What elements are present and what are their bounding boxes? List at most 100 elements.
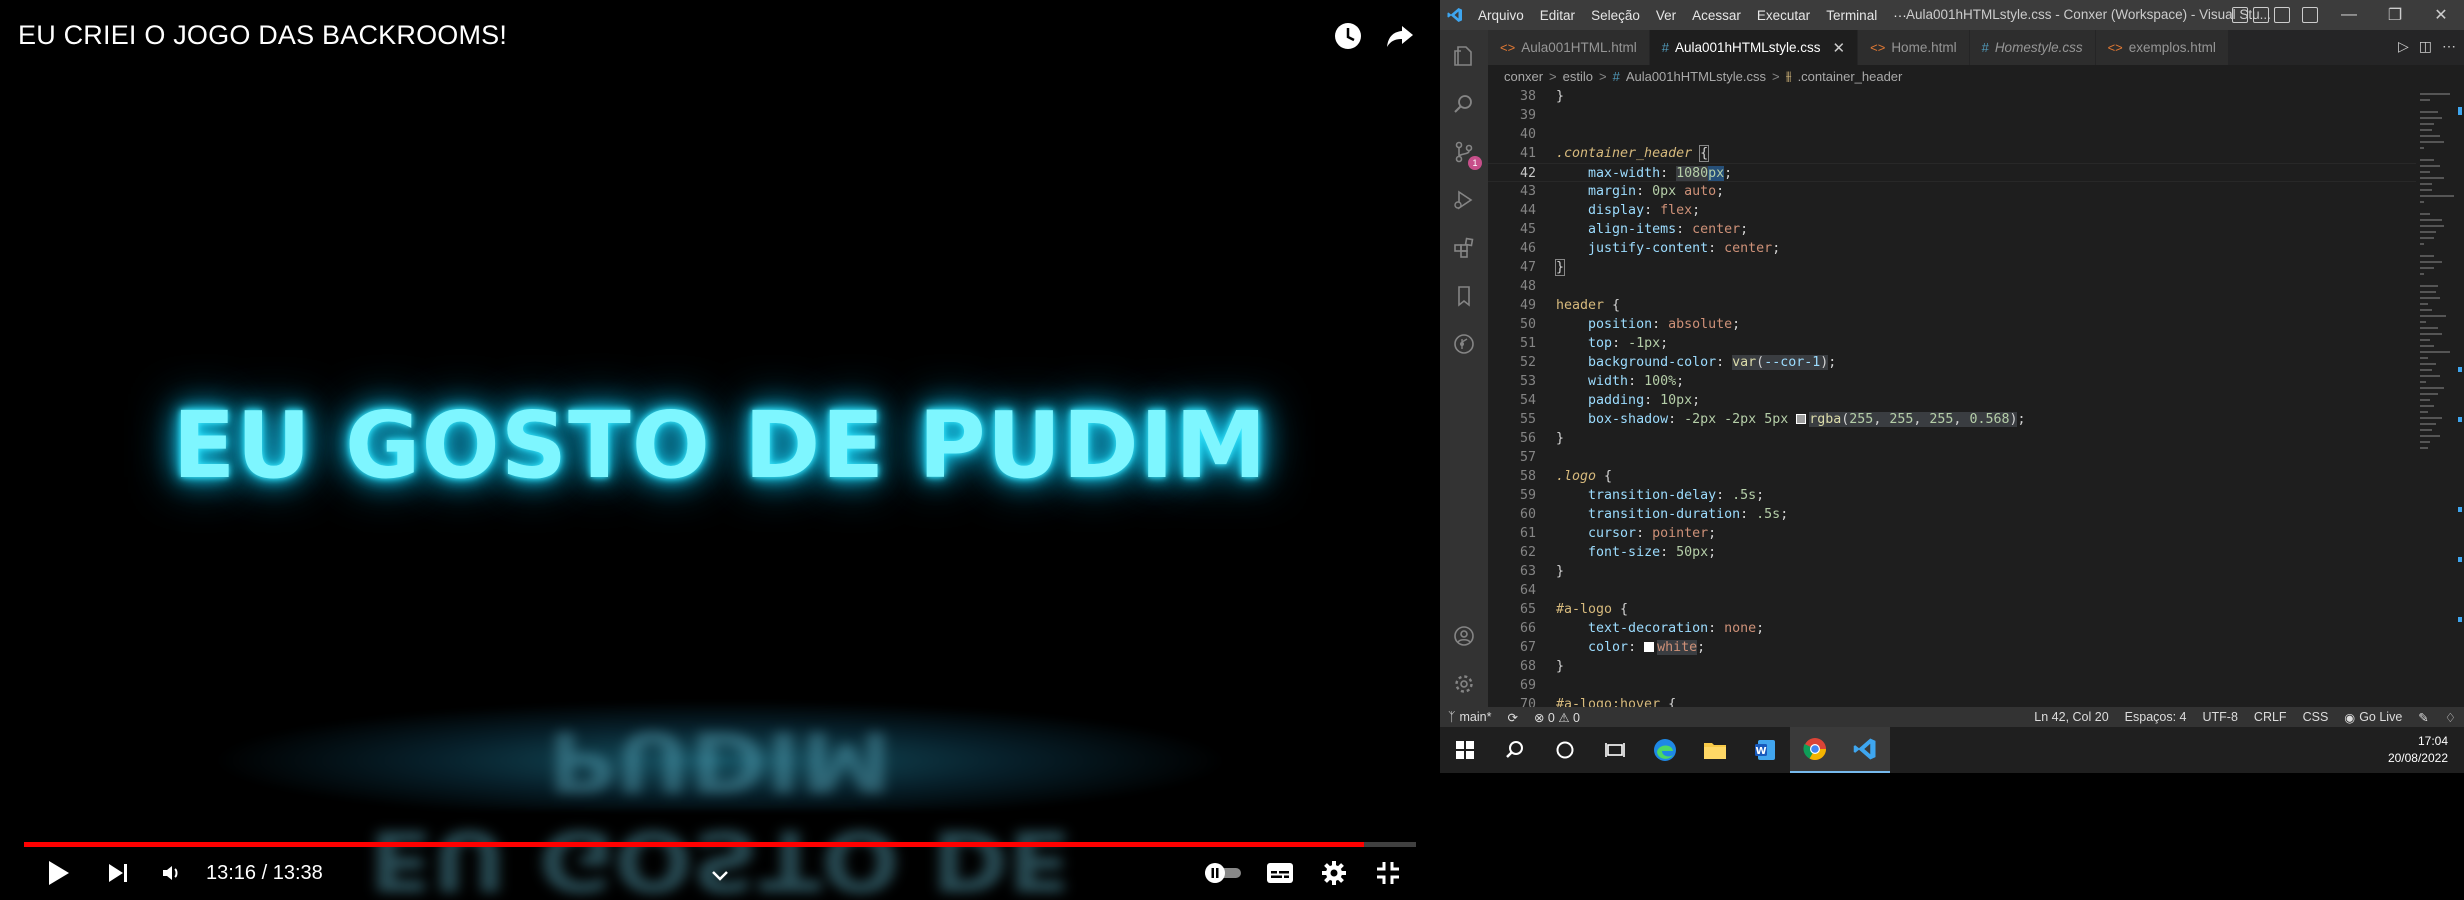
git-graph-icon[interactable] <box>1440 320 1488 368</box>
clock-icon[interactable] <box>1330 18 1366 54</box>
scrollbar[interactable] <box>2456 87 2464 707</box>
accounts-icon[interactable] <box>1440 612 1488 660</box>
line-number: 66 <box>1519 621 1536 636</box>
bookmark-icon[interactable] <box>1440 272 1488 320</box>
minimize-button[interactable]: — <box>2326 0 2372 30</box>
minimap-line <box>2420 435 2440 437</box>
line-number: 48 <box>1519 279 1536 294</box>
go-live-button[interactable]: ◉ Go Live <box>2336 710 2410 725</box>
encoding[interactable]: UTF-8 <box>2195 710 2246 724</box>
line-ending[interactable]: CRLF <box>2246 710 2295 724</box>
extensions-icon[interactable] <box>1440 224 1488 272</box>
tab-homestyle[interactable]: # Homestyle.css <box>1969 30 2096 65</box>
line-number: 54 <box>1519 393 1536 408</box>
next-button[interactable] <box>100 855 136 891</box>
code-editor[interactable]: 38} 39 40 41 .container_header { 42 max-w… <box>1488 87 2416 712</box>
tab-home[interactable]: <> Home.html <box>1858 30 1970 65</box>
exit-fullscreen-button[interactable] <box>1370 855 1406 891</box>
explorer-icon[interactable] <box>1440 32 1488 80</box>
menu-ver[interactable]: Ver <box>1648 8 1684 23</box>
toggle-panel-icon[interactable] <box>2253 7 2269 23</box>
breadcrumb-item[interactable]: .container_header <box>1798 69 1903 84</box>
close-icon[interactable]: ✕ <box>1833 39 1846 57</box>
more-actions-icon[interactable]: ⋯ <box>2442 38 2456 55</box>
code-line: top: -1px; <box>1588 336 1669 351</box>
breadcrumb-item[interactable]: estilo <box>1563 69 1593 84</box>
line-number: 58 <box>1519 469 1536 484</box>
autoplay-toggle[interactable] <box>1200 855 1246 891</box>
notifications-bell-icon[interactable]: ♢ <box>2437 710 2464 725</box>
menu-terminal[interactable]: Terminal <box>1818 8 1885 23</box>
breadcrumb: conxer > estilo > # Aula001hHTMLstyle.cs… <box>1488 65 2464 87</box>
share-icon[interactable] <box>1382 18 1418 54</box>
close-window-button[interactable]: ✕ <box>2418 0 2464 30</box>
split-editor-icon[interactable]: ◫ <box>2419 38 2432 55</box>
chevron-down-icon[interactable] <box>706 858 734 894</box>
run-icon[interactable]: ▷ <box>2398 38 2409 55</box>
manage-gear-icon[interactable] <box>1440 660 1488 708</box>
problems-indicator[interactable]: ⊗ 0 ⚠ 0 <box>1526 710 1588 725</box>
sync-icon[interactable]: ⟳ <box>1499 710 1525 725</box>
video-player[interactable]: EU CRIEI O JOGO DAS BACKROOMS! EU GOSTO … <box>0 0 1440 900</box>
run-debug-icon[interactable] <box>1440 176 1488 224</box>
feedback-icon[interactable]: ✎ <box>2410 710 2436 725</box>
cursor-position[interactable]: Ln 42, Col 20 <box>2026 710 2116 724</box>
minimap-line <box>2420 189 2432 191</box>
breadcrumb-item[interactable]: conxer <box>1504 69 1543 84</box>
file-explorer-icon[interactable] <box>1690 727 1740 773</box>
minimap-line <box>2420 147 2424 149</box>
tab-label: Home.html <box>1891 40 1957 55</box>
minimap-line <box>2420 171 2430 173</box>
minimap-line <box>2420 123 2434 125</box>
breadcrumb-item[interactable]: Aula001hHTMLstyle.css <box>1626 69 1766 84</box>
menu-executar[interactable]: Executar <box>1749 8 1818 23</box>
settings-button[interactable] <box>1316 855 1352 891</box>
menu-selecao[interactable]: Seleção <box>1583 8 1648 23</box>
play-button[interactable] <box>40 855 76 891</box>
tab-exemplos[interactable]: <> exemplos.html <box>2095 30 2229 65</box>
word-icon[interactable]: W <box>1740 727 1790 773</box>
search-icon[interactable] <box>1440 80 1488 128</box>
minimap-line <box>2420 285 2438 287</box>
tab-aula001html[interactable]: <> Aula001HTML.html <box>1488 30 1650 65</box>
menu-editar[interactable]: Editar <box>1532 8 1583 23</box>
language-mode[interactable]: CSS <box>2295 710 2337 724</box>
minimap-line <box>2420 351 2450 353</box>
minimap-line <box>2420 387 2444 389</box>
restore-button[interactable]: ❐ <box>2372 0 2418 30</box>
task-view-icon[interactable] <box>1590 727 1640 773</box>
source-control-icon[interactable]: 1 <box>1440 128 1488 176</box>
progress-bar[interactable] <box>24 842 1416 847</box>
tab-aula001hhtmlstyle[interactable]: # Aula001hHTMLstyle.css ✕ <box>1649 30 1859 65</box>
minimap-line <box>2420 441 2430 443</box>
minimap-line <box>2420 135 2440 137</box>
menu-acessar[interactable]: Acessar <box>1684 8 1749 23</box>
toggle-sidebar-icon[interactable] <box>2232 7 2248 23</box>
toggle-secondary-sidebar-icon[interactable] <box>2274 7 2290 23</box>
time-display: 13:16 / 13:38 <box>206 861 323 884</box>
broadcast-icon: ◉ <box>2344 710 2356 725</box>
empty-area <box>1440 773 2464 900</box>
chrome-icon[interactable] <box>1790 727 1840 773</box>
color-swatch[interactable] <box>1796 414 1807 424</box>
menu-arquivo[interactable]: Arquivo <box>1470 8 1532 23</box>
indentation[interactable]: Espaços: 4 <box>2117 710 2195 724</box>
windows-icon[interactable] <box>1440 727 1490 773</box>
code-line: transition-duration: .5s; <box>1588 507 1789 522</box>
volume-button[interactable] <box>154 855 190 891</box>
cortana-icon[interactable] <box>1540 727 1590 773</box>
css-file-icon: # <box>1612 68 1620 84</box>
customize-layout-icon[interactable] <box>2302 7 2318 23</box>
clock-time: 17:04 <box>2417 734 2448 748</box>
branch-indicator[interactable]: ᛉ main* <box>1440 710 1499 724</box>
captions-icon <box>1267 863 1293 883</box>
captions-button[interactable] <box>1262 855 1298 891</box>
vscode-icon[interactable] <box>1840 727 1890 773</box>
edge-icon[interactable] <box>1640 727 1690 773</box>
html-file-icon: <> <box>2107 40 2123 55</box>
line-number: 59 <box>1519 488 1536 503</box>
minimap[interactable] <box>2416 87 2456 707</box>
color-swatch[interactable] <box>1644 642 1655 652</box>
search-icon[interactable] <box>1490 727 1540 773</box>
system-clock[interactable]: 17:04 20/08/2022 <box>2388 733 2448 767</box>
